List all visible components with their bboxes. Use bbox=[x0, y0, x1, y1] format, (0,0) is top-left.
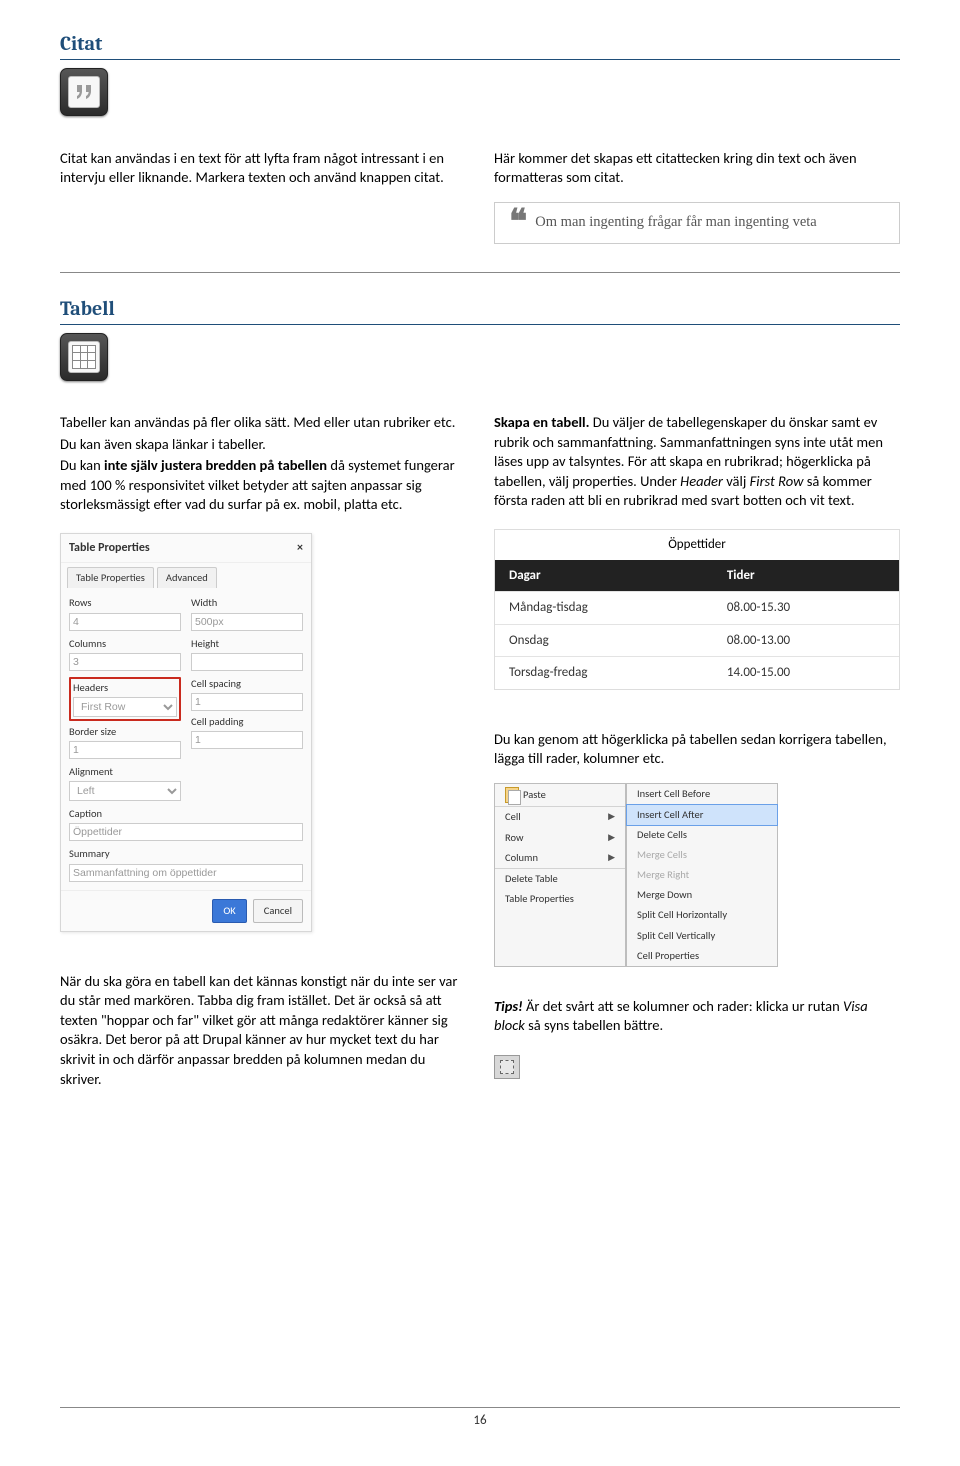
columns-input[interactable] bbox=[69, 653, 181, 671]
context-menu: Paste Cell▶ Row▶ Column▶ Delete Table Ta… bbox=[494, 783, 900, 967]
caption-input[interactable] bbox=[69, 823, 303, 841]
headers-label: Headers bbox=[73, 681, 177, 695]
submenu-insert-before[interactable]: Insert Cell Before bbox=[627, 784, 777, 804]
width-label: Width bbox=[191, 596, 303, 610]
rows-input[interactable] bbox=[69, 613, 181, 631]
tabell-right-p1: Skapa en tabell. Du väljer de tabellegen… bbox=[494, 413, 900, 511]
submenu-split-vertical[interactable]: Split Cell Vertically bbox=[627, 926, 777, 946]
submenu-merge-down[interactable]: Merge Down bbox=[627, 885, 777, 905]
table-row: Onsdag 08.00-13.00 bbox=[495, 624, 899, 657]
show-blocks-icon[interactable] bbox=[494, 1055, 520, 1079]
th-dagar: Dagar bbox=[495, 560, 713, 592]
table-properties-dialog: Table Properties × Table Properties Adva… bbox=[60, 533, 312, 932]
tab-advanced[interactable]: Advanced bbox=[157, 567, 217, 588]
paste-icon bbox=[505, 787, 519, 803]
menu-paste[interactable]: Paste bbox=[495, 784, 625, 806]
submenu-delete-cells[interactable]: Delete Cells bbox=[627, 825, 777, 845]
close-icon[interactable]: × bbox=[297, 540, 303, 556]
headers-select[interactable]: First Row bbox=[73, 697, 177, 717]
chevron-right-icon: ▶ bbox=[608, 832, 615, 844]
menu-delete-table[interactable]: Delete Table bbox=[495, 868, 625, 889]
cellspacing-input[interactable] bbox=[191, 693, 303, 711]
tab-table-properties[interactable]: Table Properties bbox=[67, 567, 154, 588]
citat-paragraph-2: Här kommer det skapas ett citattecken kr… bbox=[494, 149, 900, 188]
quote-example: ❝ Om man ingenting frågar får man ingent… bbox=[494, 202, 900, 244]
quote-toolbar-button[interactable] bbox=[60, 68, 108, 116]
alignment-label: Alignment bbox=[69, 765, 181, 779]
submenu-insert-after[interactable]: Insert Cell After bbox=[626, 804, 778, 826]
submenu-merge-right: Merge Right bbox=[627, 865, 777, 885]
cellpadding-input[interactable] bbox=[191, 731, 303, 749]
tabell-left-p2: Du kan även skapa länkar i tabeller. bbox=[60, 435, 466, 455]
submenu-split-horizontal[interactable]: Split Cell Horizontally bbox=[627, 905, 777, 925]
menu-column[interactable]: Column▶ bbox=[495, 848, 625, 868]
rows-label: Rows bbox=[69, 596, 181, 610]
dialog-title: Table Properties bbox=[69, 540, 150, 556]
menu-cell[interactable]: Cell▶ bbox=[495, 806, 625, 827]
summary-input[interactable] bbox=[69, 864, 303, 882]
quote-icon bbox=[68, 76, 100, 108]
menu-row[interactable]: Row▶ bbox=[495, 828, 625, 848]
menu-table-properties[interactable]: Table Properties bbox=[495, 889, 625, 909]
cancel-button[interactable]: Cancel bbox=[253, 899, 303, 923]
tabell-right-p2: Du kan genom att högerklicka på tabellen… bbox=[494, 730, 900, 769]
alignment-select[interactable]: Left bbox=[69, 781, 181, 801]
table-toolbar-button[interactable] bbox=[60, 333, 108, 381]
example-table-caption: Öppettider bbox=[495, 530, 899, 560]
tabell-left-p3: Du kan inte själv justera bredden på tab… bbox=[60, 456, 466, 515]
height-label: Height bbox=[191, 637, 303, 651]
page-number: 16 bbox=[60, 1407, 900, 1430]
summary-label: Summary bbox=[69, 847, 303, 861]
table-icon bbox=[68, 341, 100, 373]
heading-citat: Citat bbox=[60, 30, 900, 60]
quote-text: Om man ingenting frågar får man ingentin… bbox=[535, 213, 816, 233]
table-row: Måndag-tisdag 08.00-15.30 bbox=[495, 592, 899, 625]
border-label: Border size bbox=[69, 725, 181, 739]
tabell-left-p1: Tabeller kan användas på fler olika sätt… bbox=[60, 413, 466, 433]
table-row: Torsdag-fredag 14.00-15.00 bbox=[495, 657, 899, 689]
th-tider: Tider bbox=[713, 560, 899, 592]
citat-paragraph-1: Citat kan användas i en text för att lyf… bbox=[60, 149, 466, 188]
chevron-right-icon: ▶ bbox=[608, 811, 615, 823]
example-table: Öppettider Dagar Tider Måndag-tisdag 08.… bbox=[494, 529, 900, 690]
ok-button[interactable]: OK bbox=[212, 899, 246, 923]
width-input[interactable] bbox=[191, 613, 303, 631]
submenu-merge-cells: Merge Cells bbox=[627, 845, 777, 865]
open-quote-icon: ❝ bbox=[509, 214, 527, 231]
cellspacing-label: Cell spacing bbox=[191, 677, 303, 691]
divider bbox=[60, 272, 900, 273]
tips-paragraph: Tips! Är det svårt att se kolumner och r… bbox=[494, 997, 900, 1036]
height-input[interactable] bbox=[191, 653, 303, 671]
border-input[interactable] bbox=[69, 741, 181, 759]
columns-label: Columns bbox=[69, 637, 181, 651]
heading-tabell: Tabell bbox=[60, 295, 900, 325]
chevron-right-icon: ▶ bbox=[608, 852, 615, 864]
cellpadding-label: Cell padding bbox=[191, 715, 303, 729]
submenu-cell-properties[interactable]: Cell Properties bbox=[627, 946, 777, 966]
caption-label: Caption bbox=[69, 807, 303, 821]
bottom-left-paragraph: När du ska göra en tabell kan det kännas… bbox=[60, 972, 466, 1089]
